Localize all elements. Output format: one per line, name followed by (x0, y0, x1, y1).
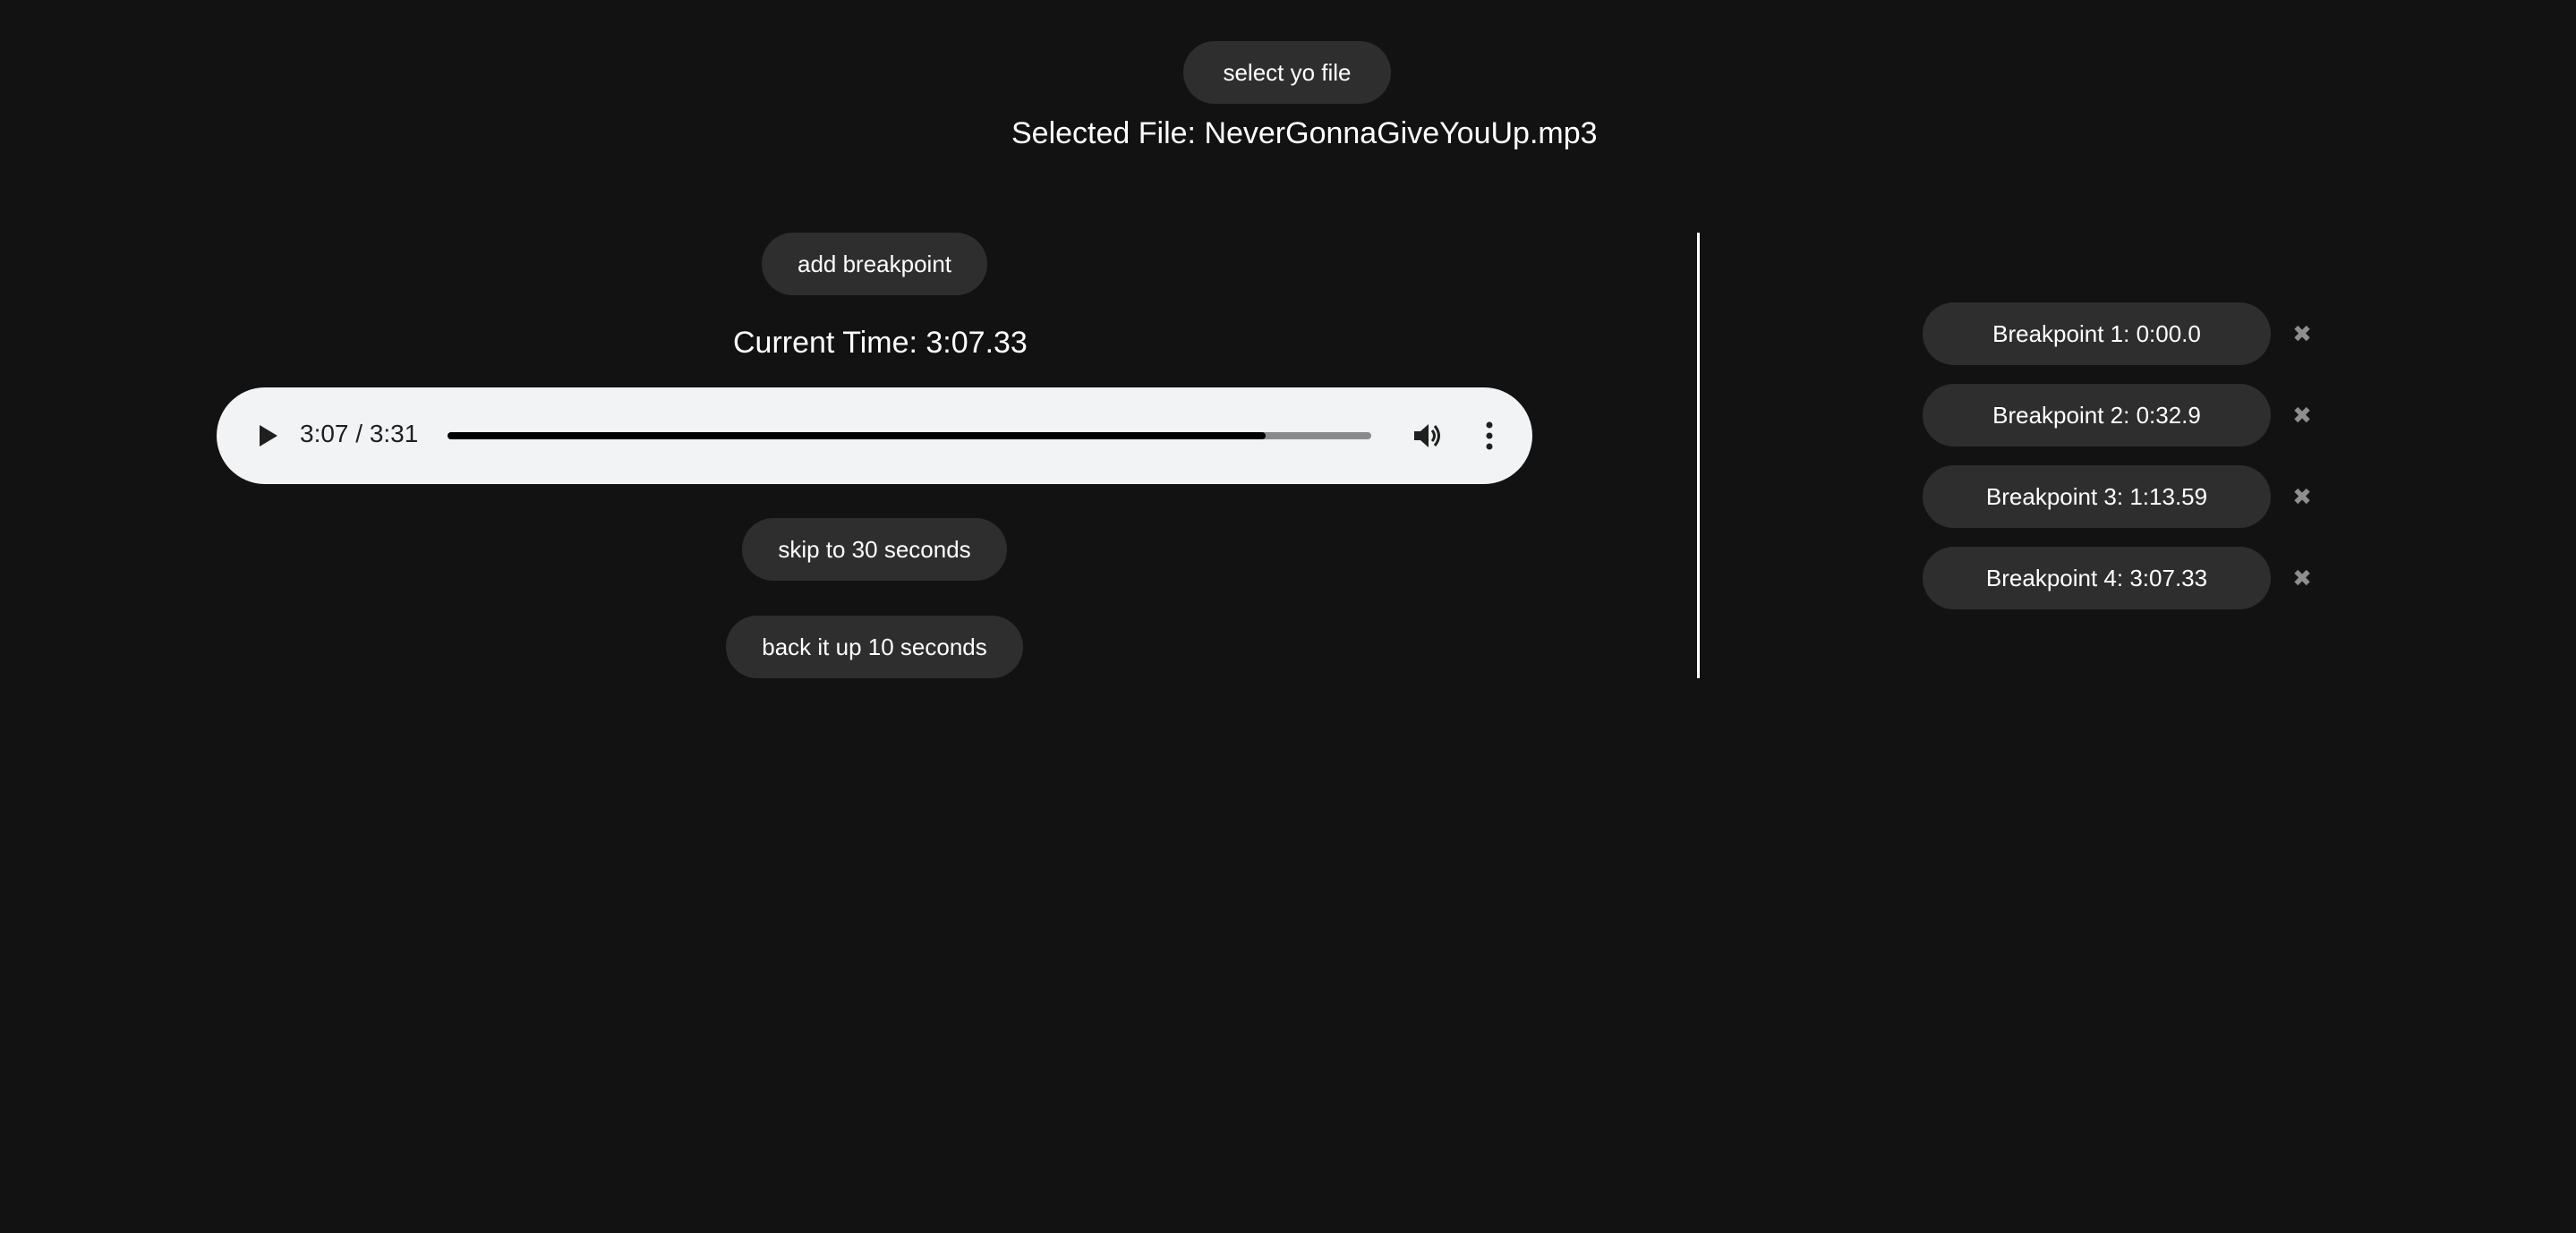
back-10-button[interactable]: back it up 10 seconds (726, 616, 1023, 678)
audio-player: 3:07 / 3:31 (217, 387, 1532, 484)
progress-bar[interactable] (448, 432, 1371, 439)
delete-breakpoint-icon[interactable]: ✖ (2290, 485, 2314, 508)
volume-icon[interactable] (1412, 420, 1444, 452)
breakpoint-button[interactable]: Breakpoint 3: 1:13.59 (1923, 465, 2271, 528)
breakpoint-button[interactable]: Breakpoint 1: 0:00.0 (1923, 302, 2271, 365)
add-breakpoint-button[interactable]: add breakpoint (762, 233, 987, 295)
vertical-divider (1697, 233, 1700, 678)
delete-breakpoint-icon[interactable]: ✖ (2290, 404, 2314, 427)
breakpoint-button[interactable]: Breakpoint 2: 0:32.9 (1923, 384, 2271, 446)
delete-breakpoint-icon[interactable]: ✖ (2290, 322, 2314, 345)
more-options-icon[interactable] (1482, 420, 1497, 452)
delete-breakpoint-icon[interactable]: ✖ (2290, 566, 2314, 590)
skip-to-30-button[interactable]: skip to 30 seconds (742, 518, 1007, 581)
selected-file-label: Selected File: NeverGonnaGiveYouUp.mp3 (1011, 116, 1598, 150)
current-time-label: Current Time: 3:07.33 (733, 326, 1028, 360)
play-icon[interactable] (252, 421, 281, 450)
time-display: 3:07 / 3:31 (300, 420, 419, 447)
select-file-button[interactable]: select yo file (1183, 41, 1391, 104)
progress-fill (448, 432, 1267, 439)
breakpoint-button[interactable]: Breakpoint 4: 3:07.33 (1923, 547, 2271, 609)
